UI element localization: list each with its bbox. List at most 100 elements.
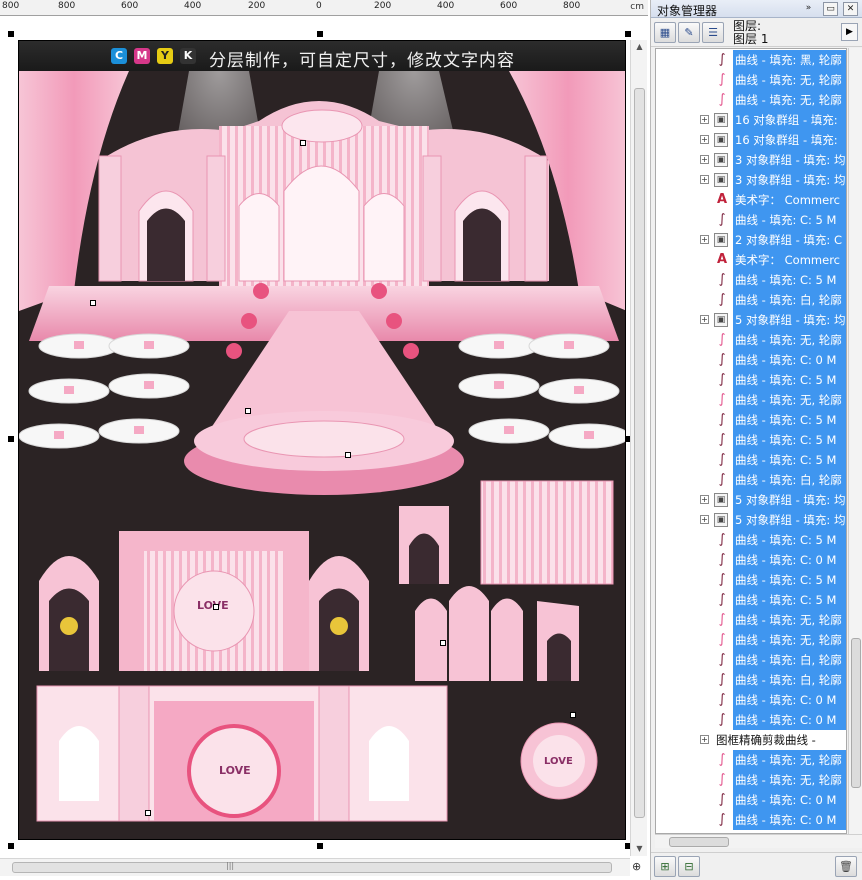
curve-node[interactable] [300, 140, 306, 146]
selection-handle-top[interactable] [317, 31, 323, 37]
tree-row-label: 曲线 - 填充: 白, 轮廓 [733, 650, 846, 670]
tree-row[interactable]: + ▣ 5 对象群组 - 填充: 均 [656, 510, 846, 530]
tree-row[interactable]: + 图框精确剪裁曲线 - [656, 730, 846, 750]
tree-row[interactable]: ∫ 曲线 - 填充: C: 0 M [656, 710, 846, 730]
tree-row[interactable]: ∫ 曲线 - 填充: 无, 轮廓 [656, 610, 846, 630]
curve-icon: ∫ [718, 712, 726, 727]
expand-toggle-icon[interactable]: + [700, 495, 709, 504]
drawing-canvas[interactable]: 800 800 600 400 200 0 200 400 600 800 cm [0, 0, 648, 880]
show-properties-icon[interactable]: ▦ [654, 22, 676, 43]
zoom-icon[interactable]: ⊕ [632, 860, 646, 874]
tree-row[interactable]: + ▣ 5 对象群组 - 填充: 均 [656, 490, 846, 510]
tree-row[interactable]: ∫ 曲线 - 填充: C: 5 M [656, 370, 846, 390]
curve-node[interactable] [245, 408, 251, 414]
delete-icon[interactable]: 🗑 [835, 856, 857, 877]
tree-row[interactable]: ∫ 曲线 - 填充: 无, 轮廓 [656, 330, 846, 350]
tree-row[interactable]: ∫ 曲线 - 填充: 白, 轮廓 [656, 290, 846, 310]
tree-row[interactable]: ∫ 曲线 - 填充: C: 0 M [656, 550, 846, 570]
tree-row-label: 曲线 - 填充: C: 0 M [733, 550, 846, 570]
edit-across-layers-icon[interactable]: ✎ [678, 22, 700, 43]
tree-row[interactable]: ∫ 曲线 - 填充: C: 0 M [656, 350, 846, 370]
tree-row-label: 曲线 - 填充: 无, 轮廓 [733, 330, 846, 350]
selection-handle-bottom[interactable] [317, 843, 323, 849]
curve-node[interactable] [345, 452, 351, 458]
tree-row[interactable]: ∫ 曲线 - 填充: C: 0 M [656, 790, 846, 810]
cmyk-m-badge: M [134, 48, 150, 64]
expand-toggle-icon[interactable]: + [700, 235, 709, 244]
expand-toggle-icon[interactable]: + [700, 175, 709, 184]
tree-row[interactable]: ∫ 曲线 - 填充: 无, 轮廓 [656, 90, 846, 110]
scroll-thumb[interactable] [851, 638, 861, 788]
tree-row[interactable]: ∫ 曲线 - 填充: C: 5 M [656, 590, 846, 610]
expand-toggle-icon[interactable]: + [700, 315, 709, 324]
tree-row[interactable]: ∫ 曲线 - 填充: C: 5 M [656, 530, 846, 550]
tree-row[interactable]: ∫ 曲线 - 填充: C: 0 M [656, 690, 846, 710]
layer-manager-view-icon[interactable]: ☰ [702, 22, 724, 43]
selection-handle-tr[interactable] [625, 31, 631, 37]
tree-row-label: 曲线 - 填充: C: 0 M [733, 790, 846, 810]
selection-handle-left[interactable] [8, 436, 14, 442]
tree-row[interactable]: ∫ 曲线 - 填充: C: 5 M [656, 450, 846, 470]
tree-row[interactable]: + ▣ 3 对象群组 - 填充: 均 [656, 170, 846, 190]
curve-node[interactable] [213, 604, 219, 610]
curve-node[interactable] [145, 810, 151, 816]
scroll-thumb[interactable] [634, 88, 645, 818]
expand-toggle-icon[interactable]: + [700, 515, 709, 524]
tree-row[interactable]: + ▣ 3 对象群组 - 填充: 均 [656, 150, 846, 170]
selection-handle-bl[interactable] [8, 843, 14, 849]
tree-row[interactable]: ∫ 曲线 - 填充: C: 5 M [656, 270, 846, 290]
tree-row[interactable]: + ▣ 16 对象群组 - 填充: [656, 110, 846, 130]
canvas-horizontal-scrollbar[interactable]: ||| [0, 858, 630, 876]
curve-node[interactable] [90, 300, 96, 306]
ruler-label: 800 [563, 1, 581, 11]
minimize-button[interactable]: ▭ [823, 2, 838, 16]
expand-toggle-icon[interactable]: + [700, 735, 709, 744]
tree-row[interactable]: ∫ 曲线 - 填充: 白, 轮廓 [656, 670, 846, 690]
scroll-thumb[interactable] [12, 862, 612, 873]
tree-row[interactable]: A 美术字： Commerc [656, 250, 846, 270]
tree-vertical-scrollbar[interactable] [848, 48, 862, 834]
curve-icon: ∫ [718, 452, 726, 467]
scroll-down-icon[interactable]: ▼ [634, 844, 645, 854]
ruler-unit-label: cm [630, 2, 644, 12]
new-master-layer-icon[interactable]: ⊟ [678, 856, 700, 877]
tree-row[interactable]: + ▣ 16 对象群组 - 填充: [656, 130, 846, 150]
svg-text:LOVE: LOVE [219, 764, 251, 777]
scroll-thumb[interactable] [669, 837, 729, 847]
tree-row[interactable]: ∫ 曲线 - 填充: 黑, 轮廓 [656, 50, 846, 70]
tree-row[interactable]: + ▣ 5 对象群组 - 填充: 均 [656, 310, 846, 330]
tree-row-label: 曲线 - 填充: 黑, 轮廓 [733, 50, 846, 70]
curve-node[interactable] [440, 640, 446, 646]
tree-row[interactable]: A 美术字： Commerc [656, 190, 846, 210]
ruler-label: 800 [58, 1, 76, 11]
scroll-up-icon[interactable]: ▲ [634, 42, 645, 52]
tree-row[interactable]: ∫ 曲线 - 填充: C: 0 M [656, 810, 846, 830]
curve-icon: ∫ [718, 772, 726, 787]
tree-row[interactable]: ∫ 曲线 - 填充: C: 5 M [656, 570, 846, 590]
expand-toggle-icon[interactable]: + [700, 155, 709, 164]
tree-row[interactable]: + ▣ 2 对象群组 - 填充: C [656, 230, 846, 250]
expand-toggle-icon[interactable]: + [700, 135, 709, 144]
new-layer-icon[interactable]: ⊞ [654, 856, 676, 877]
tree-row[interactable]: ∫ 曲线 - 填充: 白, 轮廓 [656, 650, 846, 670]
tree-row[interactable]: ∫ 曲线 - 填充: 无, 轮廓 [656, 630, 846, 650]
tree-row[interactable]: ∫ 曲线 - 填充: 白, 轮廓 [656, 470, 846, 490]
curve-node[interactable] [570, 712, 576, 718]
layer-menu-arrow-icon[interactable]: ▶ [841, 23, 858, 41]
selection-handle-tl[interactable] [8, 31, 14, 37]
tree-horizontal-scrollbar[interactable] [655, 834, 862, 848]
tree-row[interactable]: ∫ 曲线 - 填充: 无, 轮廓 [656, 390, 846, 410]
canvas-vertical-scrollbar[interactable]: ▲ ▼ [630, 40, 647, 856]
tree-row[interactable]: ∫ 曲线 - 填充: 无, 轮廓 [656, 750, 846, 770]
tree-row[interactable]: ∫ 曲线 - 填充: C: 5 M [656, 410, 846, 430]
tree-row[interactable]: ∫ 曲线 - 填充: C: 5 M [656, 210, 846, 230]
close-button[interactable]: ✕ [843, 2, 858, 16]
expand-toggle-icon[interactable]: + [700, 115, 709, 124]
object-tree[interactable]: ∫ 曲线 - 填充: 黑, 轮廓 ∫ 曲线 - 填充: 无, 轮廓 ∫ 曲线 - 填充: … [655, 48, 847, 834]
curve-icon: ∫ [718, 752, 726, 767]
artboard-page[interactable]: LOVE LOVE LOVE C M Y K [18, 40, 626, 840]
tree-row[interactable]: ∫ 曲线 - 填充: 无, 轮廓 [656, 70, 846, 90]
tree-row[interactable]: ∫ 曲线 - 填充: C: 5 M [656, 430, 846, 450]
tree-row[interactable]: ∫ 曲线 - 填充: 无, 轮廓 [656, 770, 846, 790]
collapse-icon[interactable]: » [801, 2, 816, 16]
